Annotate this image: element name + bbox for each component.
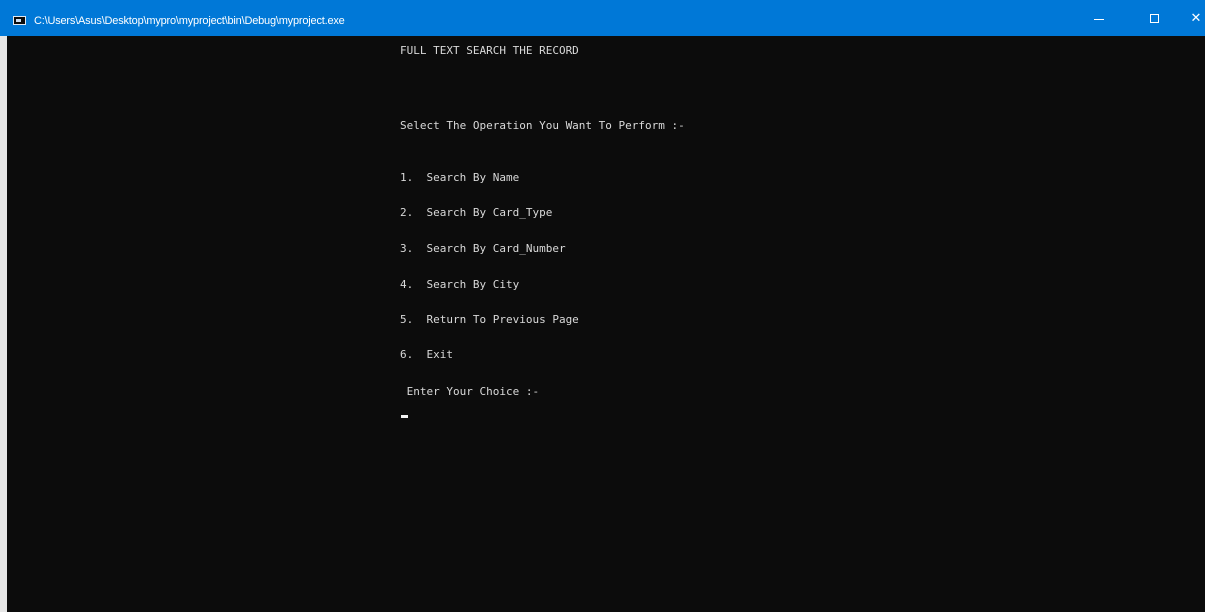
menu-option-search-by-city: 4. Search By City: [400, 278, 520, 291]
menu-option-return-to-previous-page: 5. Return To Previous Page: [400, 313, 579, 326]
menu-option-search-by-card-number: 3. Search By Card_Number: [400, 242, 566, 255]
minimize-button[interactable]: [1076, 0, 1122, 36]
console-heading: FULL TEXT SEARCH THE RECORD: [400, 44, 579, 57]
console-app-icon[interactable]: [13, 16, 26, 25]
operation-prompt: Select The Operation You Want To Perform…: [400, 119, 685, 132]
title-bar[interactable]: C:\Users\Asus\Desktop\mypro\myproject\bi…: [0, 0, 1205, 36]
choice-prompt: Enter Your Choice :-: [400, 385, 540, 398]
maximize-icon: [1149, 13, 1159, 23]
menu-option-search-by-card-type: 2. Search By Card_Type: [400, 206, 553, 219]
window-frame-left: [0, 36, 7, 612]
text-cursor[interactable]: [401, 415, 408, 418]
close-button[interactable]: ✕: [1186, 0, 1205, 36]
close-icon: ✕: [1190, 10, 1202, 26]
console-output[interactable]: FULL TEXT SEARCH THE RECORD Select The O…: [7, 36, 1205, 612]
menu-option-search-by-name: 1. Search By Name: [400, 171, 520, 184]
menu-option-exit: 6. Exit: [400, 348, 453, 361]
maximize-button[interactable]: [1131, 0, 1177, 36]
console-window: C:\Users\Asus\Desktop\mypro\myproject\bi…: [0, 0, 1205, 612]
window-title: C:\Users\Asus\Desktop\mypro\myproject\bi…: [34, 15, 345, 27]
minimize-icon: [1094, 18, 1104, 20]
